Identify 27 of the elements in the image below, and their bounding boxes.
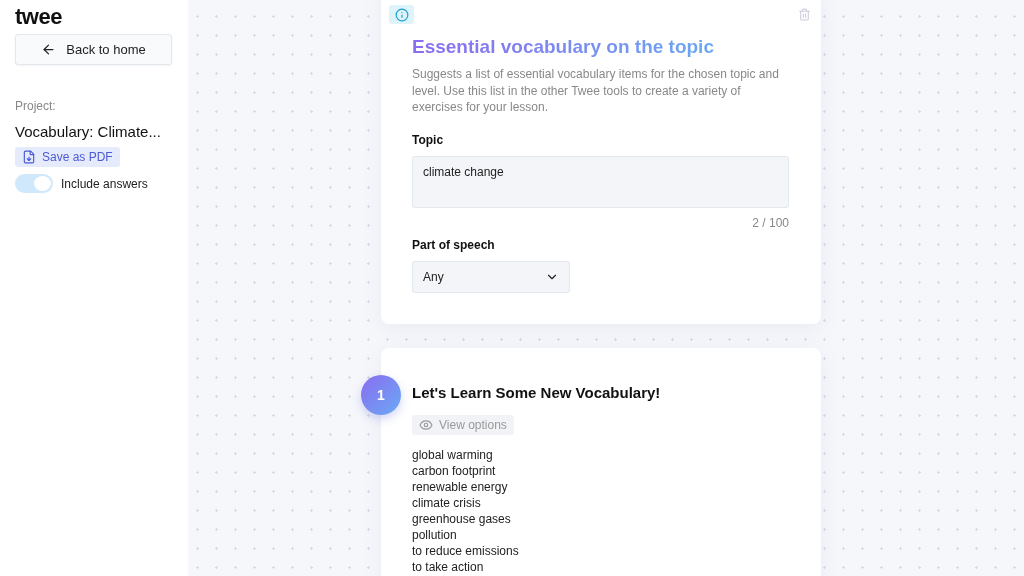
download-file-icon [22, 150, 36, 164]
result-title: Let's Learn Some New Vocabulary! [412, 383, 662, 401]
project-name: Vocabulary: Climate... [15, 122, 161, 141]
toggle-switch[interactable] [15, 174, 53, 193]
project-label: Project: [15, 99, 57, 113]
logo: twee [15, 6, 63, 28]
vocabulary-item: pollution [412, 526, 458, 543]
tool-description: Suggests a list of essential vocabulary items for the chosen topic and level. Use this list in the other Twee tools to create a variety of exercises for your lesson. [412, 66, 780, 116]
toggle-label: Include answers [61, 176, 148, 191]
vocabulary-item: global warming [412, 446, 494, 463]
vocabulary-item: to reduce emissions [412, 542, 520, 559]
vocabulary-item: renewable energy [412, 478, 509, 495]
eye-icon [419, 417, 433, 432]
vocabulary-item: greenhouse gases [412, 510, 512, 527]
part-of-speech-select[interactable]: Any [412, 260, 570, 293]
field-label: Part of speech [412, 237, 496, 252]
info-icon[interactable] [389, 5, 414, 24]
field-label: Topic [412, 132, 445, 147]
number-badge: 1 [361, 374, 401, 415]
topic-field[interactable]: climate change [412, 155, 789, 208]
vocabulary-item: climate crisis [412, 494, 482, 511]
trash-icon[interactable] [798, 8, 811, 21]
char-counter: 2 / 100 [751, 215, 789, 230]
vocabulary-item: to take action [412, 558, 485, 575]
back-button[interactable]: Back to home [15, 34, 172, 65]
vocabulary-item: carbon footprint [412, 462, 497, 479]
save-pdf-button[interactable]: Save as PDF [15, 147, 120, 167]
